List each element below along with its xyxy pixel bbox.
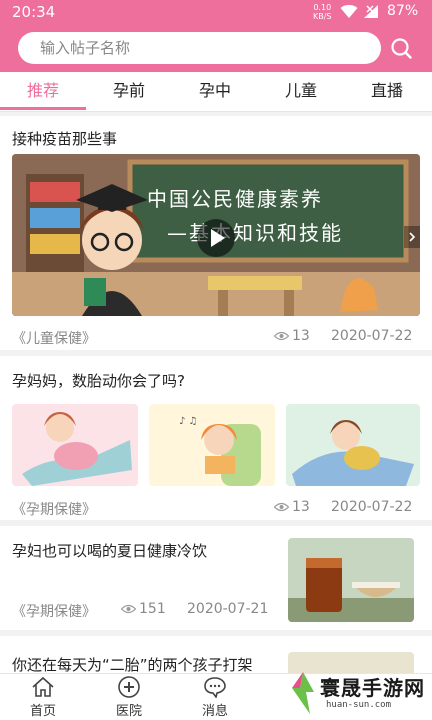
nav-messages-label: 消息 — [201, 704, 228, 719]
wifi-icon — [340, 4, 358, 18]
post-category: 《儿童保健》 — [12, 331, 96, 347]
tab-pre-pregnancy[interactable]: 孕前 — [86, 72, 172, 112]
watermark-text: 寰晟手游网 — [320, 676, 425, 700]
nav-messages[interactable]: 消息 — [172, 674, 258, 720]
network-speed-unit: KB/S — [313, 12, 332, 21]
post-card-summer-drinks[interactable]: 孕妇也可以喝的夏日健康冷饮 《孕期保健》 151 2020-07-21 — [0, 526, 432, 630]
battery-level: 87% — [387, 3, 419, 19]
active-tab-indicator — [0, 107, 86, 110]
cold-drink-illustration — [288, 538, 414, 622]
search-box[interactable] — [18, 32, 381, 64]
nav-hospital-label: 医院 — [115, 704, 142, 719]
pregnant-woman-illustration-1 — [12, 404, 138, 486]
nav-home[interactable]: 首页 — [0, 674, 86, 720]
watermark: 寰晟手游网 huan-sun.com — [284, 666, 432, 720]
cover-text-line2: —基本知识和技能 — [167, 221, 343, 245]
tab-live[interactable]: 直播 — [344, 72, 430, 112]
post-category: 《孕期保健》 — [12, 502, 96, 518]
cover-text-line1: 中国公民健康素养 — [147, 187, 323, 211]
post-image-3[interactable] — [286, 404, 420, 486]
nav-home-label: 首页 — [29, 704, 56, 719]
svg-text:♪ ♫: ♪ ♫ — [179, 416, 198, 427]
network-speed: 0.10 KB/S — [313, 3, 332, 21]
post-category: 《孕期保健》 — [12, 604, 96, 620]
post-views: 151 — [139, 601, 166, 617]
tab-pregnancy[interactable]: 孕中 — [172, 72, 258, 112]
post-date: 2020-07-22 — [331, 499, 413, 515]
post-views: 13 — [292, 328, 310, 344]
chevron-right-icon[interactable] — [404, 226, 420, 248]
search-input[interactable] — [18, 32, 381, 64]
hospital-icon — [118, 676, 140, 698]
post-title: 你还在每天为“二胎”的两个孩子打架 — [12, 656, 253, 673]
post-thumbnail[interactable] — [288, 538, 414, 622]
pregnant-woman-illustration-3 — [286, 404, 420, 486]
eye-icon — [274, 502, 289, 512]
watermark-logo — [292, 672, 314, 714]
pregnant-woman-illustration-2: ♪ ♫ — [149, 404, 275, 486]
message-icon — [204, 677, 226, 698]
category-tabs: 推荐 孕前 孕中 儿童 直播 — [0, 72, 432, 112]
network-speed-value: 0.10 — [313, 3, 332, 12]
signal-icon — [364, 5, 378, 18]
video-cover[interactable]: 中国公民健康素养 —基本知识和技能 — [12, 154, 420, 316]
eye-icon — [121, 604, 136, 614]
eye-icon — [274, 331, 289, 341]
post-views: 13 — [292, 499, 310, 515]
header: 20:34 0.10 KB/S 87% — [0, 0, 432, 72]
post-title: 孕妇也可以喝的夏日健康冷饮 — [12, 542, 208, 560]
post-image-2[interactable]: ♪ ♫ — [149, 404, 275, 486]
watermark-url: huan-sun.com — [326, 700, 392, 710]
post-title: 接种疫苗那些事 — [12, 130, 118, 148]
post-image-1[interactable] — [12, 404, 138, 486]
home-icon — [32, 676, 54, 697]
tab-recommend[interactable]: 推荐 — [0, 72, 86, 112]
status-bar: 20:34 0.10 KB/S 87% — [0, 0, 432, 24]
post-title: 孕妈妈，数胎动你会了吗? — [12, 372, 185, 390]
play-icon[interactable] — [196, 218, 236, 258]
search-icon[interactable] — [389, 36, 413, 60]
post-date: 2020-07-22 — [331, 328, 413, 344]
nav-hospital[interactable]: 医院 — [86, 674, 172, 720]
tab-children[interactable]: 儿童 — [258, 72, 344, 112]
status-time: 20:34 — [12, 3, 56, 21]
post-date: 2020-07-21 — [187, 601, 269, 617]
post-card-vaccine[interactable]: 接种疫苗那些事 中国公民健康素养 —基本知识和技能 《儿童保健》 13 2020… — [0, 116, 432, 350]
